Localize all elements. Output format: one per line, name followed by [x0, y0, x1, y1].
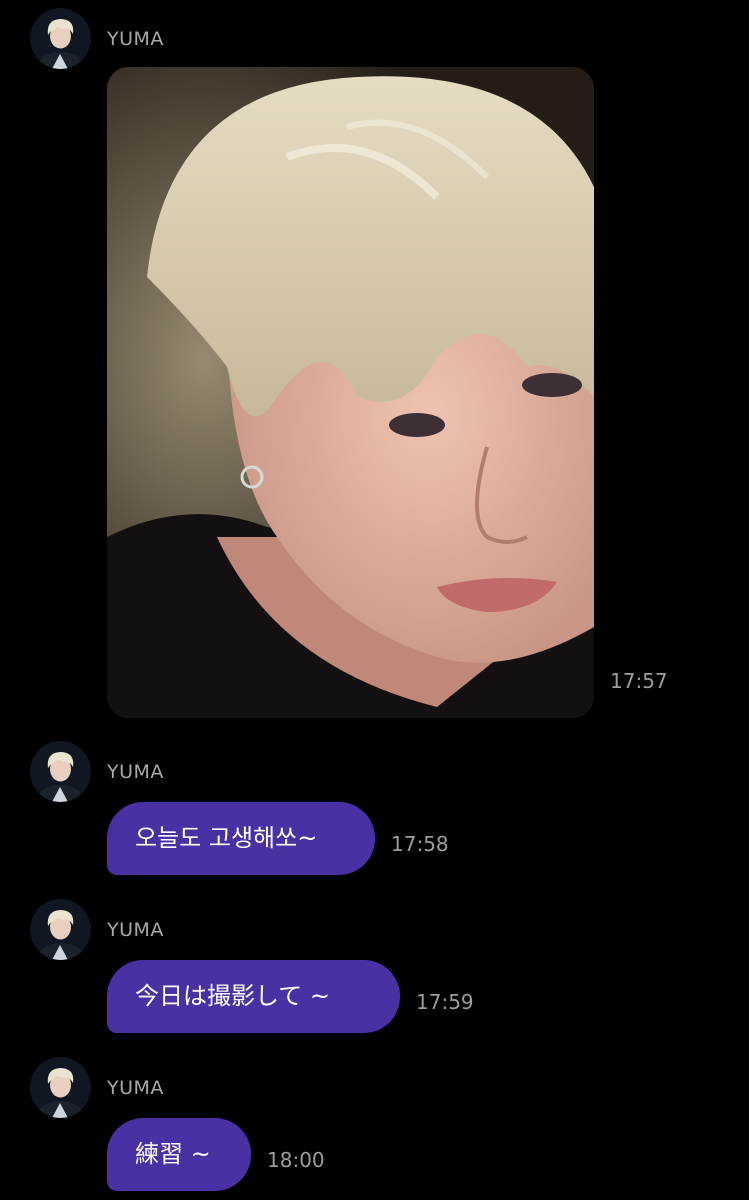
message-bubble[interactable]: 오늘도 고생해쏘~ — [107, 802, 375, 875]
sender-name: YUMA — [107, 28, 164, 50]
message-timestamp: 17:57 — [610, 669, 668, 693]
sender-name: YUMA — [107, 919, 164, 941]
sender-avatar[interactable] — [30, 1057, 91, 1118]
sender-avatar[interactable] — [30, 899, 91, 960]
sender-avatar[interactable] — [30, 741, 91, 802]
message-bubble[interactable]: 練習 ~ — [107, 1118, 251, 1191]
message-timestamp: 17:58 — [391, 832, 449, 856]
selfie-photo-image — [107, 67, 594, 718]
message-photo[interactable] — [107, 67, 594, 718]
message-bubble[interactable]: 今日は撮影して ~ — [107, 960, 400, 1033]
message-timestamp: 18:00 — [267, 1148, 325, 1172]
sender-name: YUMA — [107, 761, 164, 783]
sender-avatar[interactable] — [30, 8, 91, 69]
sender-name: YUMA — [107, 1077, 164, 1099]
message-timestamp: 17:59 — [416, 990, 474, 1014]
